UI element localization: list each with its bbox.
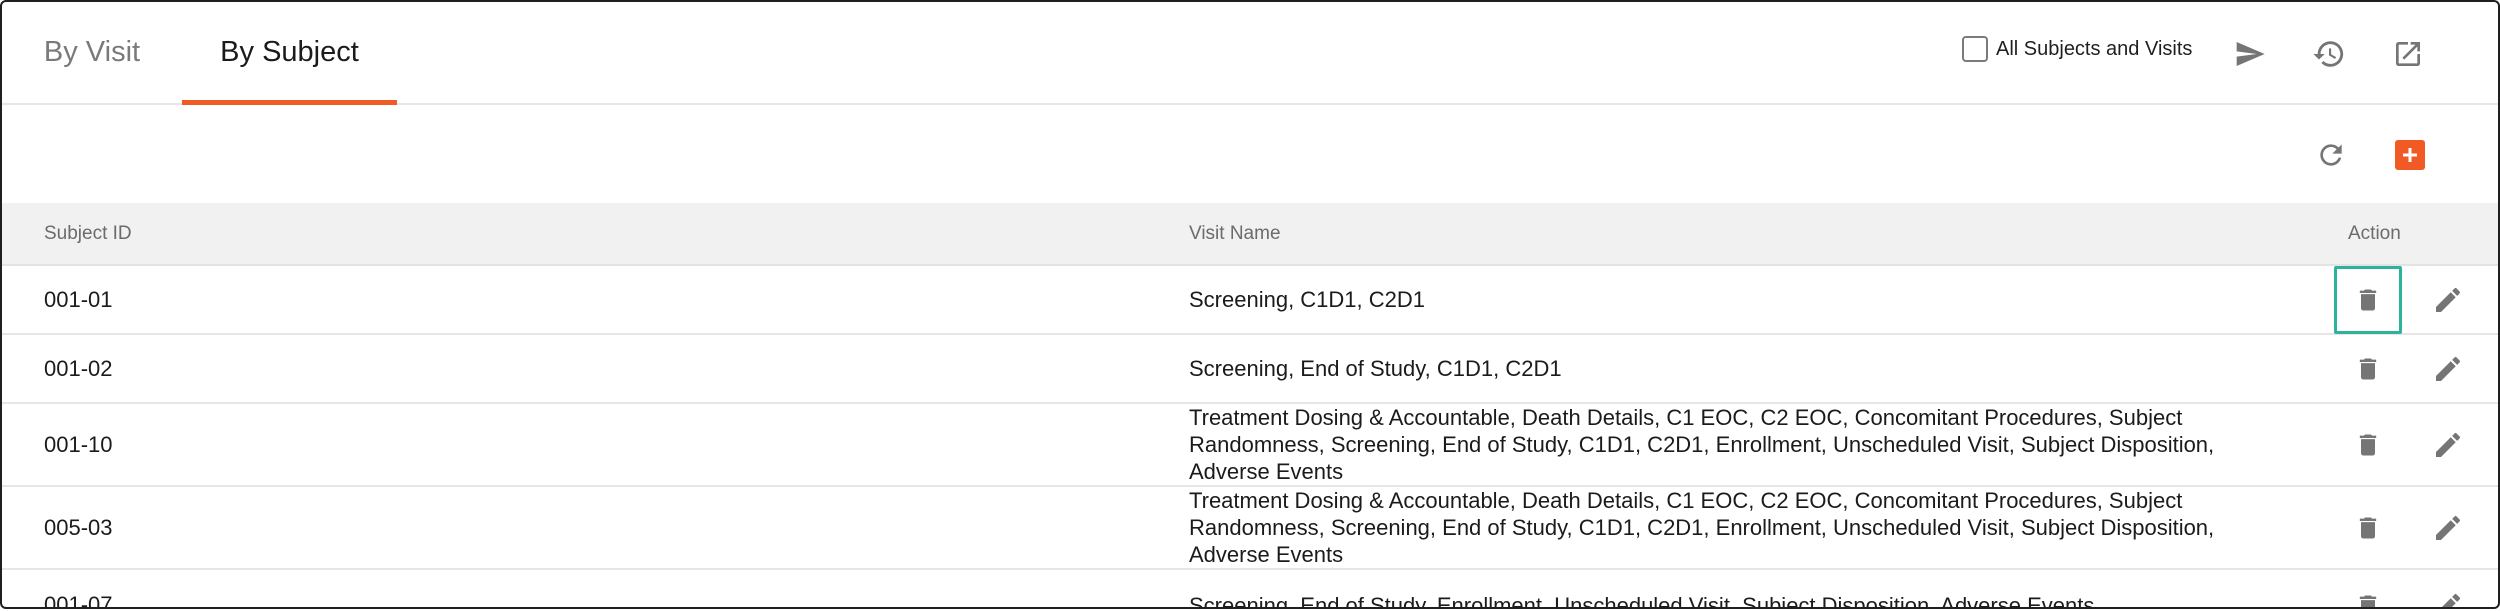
add-button[interactable]	[2395, 140, 2425, 170]
pencil-icon	[2436, 356, 2461, 381]
visit-name-cell: Treatment Dosing & Accountable, Death De…	[1189, 488, 2215, 567]
subject-id-cell: 001-10	[44, 431, 113, 457]
trash-icon	[2359, 517, 2377, 538]
visit-name-cell: Screening, End of Study, Enrollment, Uns…	[1189, 593, 2095, 609]
visit-name-cell: Treatment Dosing & Accountable, Death De…	[1189, 405, 2215, 484]
refresh-icon[interactable]	[2313, 137, 2349, 173]
pencil-icon	[2442, 593, 2461, 607]
edit-button[interactable]	[2422, 419, 2474, 471]
all-subjects-label: All Subjects and Visits	[1996, 37, 2193, 60]
subject-id-cell: 001-02	[44, 355, 113, 381]
subject-id-cell: 001-01	[44, 286, 113, 312]
table-row: 001-02 Screening, End of Study, C1D1, C2…	[2, 335, 2498, 404]
delete-button[interactable]	[2334, 411, 2402, 479]
open-external-icon[interactable]	[2388, 34, 2428, 74]
trash-icon	[2359, 289, 2377, 310]
column-header-visit-name[interactable]: Visit Name	[1189, 203, 1281, 264]
edit-button[interactable]	[2422, 343, 2474, 395]
table-toolbar	[2, 105, 2498, 203]
history-icon[interactable]	[2309, 34, 2349, 74]
table-header: Subject ID Visit Name Action	[2, 203, 2498, 266]
column-header-action: Action	[2348, 222, 2401, 244]
trash-icon	[2359, 595, 2377, 607]
pencil-icon	[2436, 515, 2461, 540]
subject-id-cell: 001-07	[44, 592, 113, 609]
subject-id-cell: 005-03	[44, 514, 113, 540]
delete-button[interactable]	[2334, 335, 2402, 403]
tab-by-visit[interactable]: By Visit	[22, 2, 162, 103]
visit-name-cell: Screening, End of Study, C1D1, C2D1	[1189, 356, 1562, 381]
table-row: 001-07 Screening, End of Study, Enrollme…	[2, 570, 2498, 609]
table-row: 005-03 Treatment Dosing & Accountable, D…	[2, 487, 2498, 570]
send-icon[interactable]	[2230, 34, 2270, 74]
pencil-icon	[2436, 287, 2461, 312]
app-frame: By Visit By Subject All Subjects and Vis…	[0, 0, 2500, 609]
table-row: 001-10 Treatment Dosing & Accountable, D…	[2, 404, 2498, 487]
table-row: 001-01 Screening, C1D1, C2D1	[2, 265, 2498, 335]
visit-name-cell: Screening, C1D1, C2D1	[1189, 287, 1426, 312]
edit-button[interactable]	[2422, 580, 2474, 607]
top-bar: By Visit By Subject All Subjects and Vis…	[2, 2, 2498, 105]
all-subjects-toggle[interactable]: All Subjects and Visits	[1962, 36, 2192, 62]
trash-icon	[2359, 434, 2377, 455]
pencil-icon	[2436, 432, 2461, 457]
column-header-subject-id[interactable]: Subject ID	[44, 203, 132, 264]
edit-button[interactable]	[2422, 502, 2474, 554]
delete-button[interactable]	[2334, 494, 2402, 562]
trash-icon	[2359, 358, 2377, 379]
tab-by-subject[interactable]: By Subject	[182, 2, 397, 105]
add-icon	[2403, 148, 2417, 162]
delete-button[interactable]	[2334, 572, 2402, 607]
edit-button[interactable]	[2422, 274, 2474, 326]
all-subjects-checkbox[interactable]	[1962, 36, 1988, 62]
subjects-table: Subject ID Visit Name Action 001-01 Scre…	[2, 203, 2498, 609]
delete-button[interactable]	[2334, 265, 2402, 334]
